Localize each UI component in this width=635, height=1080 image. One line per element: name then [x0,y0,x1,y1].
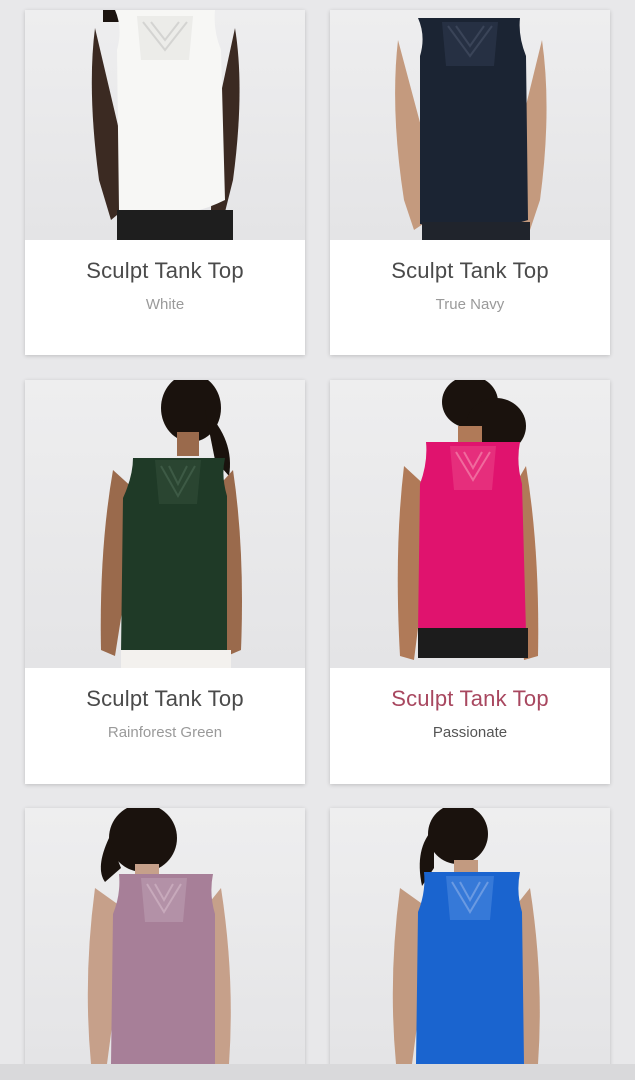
product-info: Sculpt Tank Top White [25,240,305,355]
product-card[interactable]: Sculpt Tank Top Rainforest Green [25,380,305,784]
bottom-bar [0,1064,635,1080]
product-image-white[interactable] [25,10,305,240]
product-info: Sculpt Tank Top Rainforest Green [25,668,305,784]
product-info: Sculpt Tank Top True Navy [330,240,610,355]
product-card-selected[interactable]: Sculpt Tank Top Passionate [330,380,610,784]
product-name[interactable]: Sculpt Tank Top [25,258,305,284]
product-image-mauve[interactable] [25,808,305,1064]
product-color: Passionate [432,724,508,741]
shorts [418,628,528,658]
model-figure [392,808,540,1064]
product-name[interactable]: Sculpt Tank Top [330,258,610,284]
model-figure [87,808,231,1064]
product-card[interactable] [25,808,305,1080]
hair [428,808,488,864]
product-color: True Navy [435,296,505,313]
model-figure [100,380,242,668]
product-image-rainforest-green[interactable] [25,380,305,668]
hair [109,808,177,872]
product-image-true-navy[interactable] [330,10,610,240]
shorts [422,222,530,240]
shorts [121,650,231,668]
neck [177,432,199,456]
product-grid: Sculpt Tank Top White Sculpt Tank Top Tr… [0,0,635,1080]
product-image-passionate[interactable] [330,380,610,668]
product-color: Rainforest Green [107,724,223,741]
product-image-blue[interactable] [330,808,610,1064]
product-name[interactable]: Sculpt Tank Top [330,686,610,712]
model-figure [397,380,539,660]
model-figure [91,10,240,240]
product-card[interactable] [330,808,610,1080]
shorts [117,210,233,240]
mesh-panel [137,16,193,60]
product-card[interactable]: Sculpt Tank Top White [25,10,305,355]
product-color: White [145,296,185,313]
product-info: Sculpt Tank Top Passionate [330,668,610,784]
product-card[interactable]: Sculpt Tank Top True Navy [330,10,610,355]
product-name[interactable]: Sculpt Tank Top [25,686,305,712]
model-figure [395,18,547,240]
